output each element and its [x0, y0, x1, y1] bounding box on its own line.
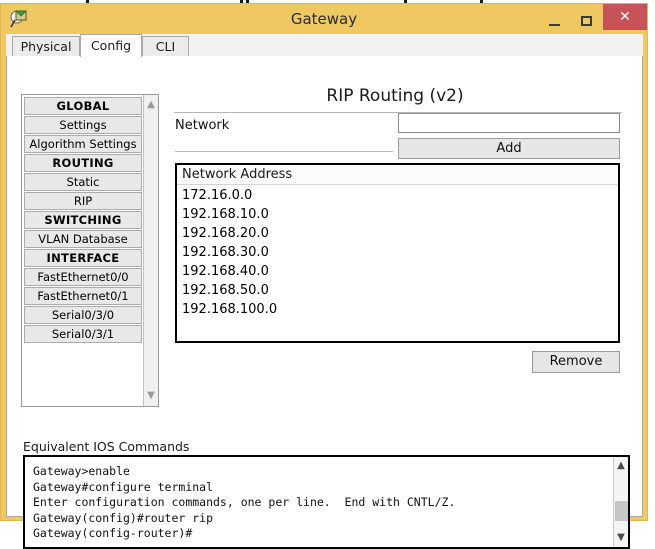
list-item[interactable]: 192.168.30.0: [182, 243, 618, 262]
network-list-column-header: Network Address: [177, 165, 618, 185]
scroll-up-icon[interactable]: ▲: [614, 458, 628, 474]
sidebar-item-settings[interactable]: Settings: [24, 116, 142, 134]
list-item[interactable]: 192.168.50.0: [182, 281, 618, 300]
sidebar-item-rip[interactable]: RIP: [24, 192, 142, 210]
scrollbar-thumb[interactable]: [615, 501, 628, 521]
ios-console-output: Gateway>enable Gateway#configure termina…: [25, 457, 612, 542]
tab-cli[interactable]: CLI: [142, 36, 189, 57]
scroll-up-icon[interactable]: ▲: [144, 97, 158, 113]
sidebar-scrollbar[interactable]: ▲ ▼: [143, 95, 158, 406]
close-button[interactable]: ✕: [603, 4, 647, 30]
rip-routing-section: RIP Routing (v2) Network Add Network Add…: [170, 86, 630, 416]
minimize-icon: [548, 23, 560, 26]
console-line: Gateway#configure terminal: [33, 479, 214, 494]
scroll-down-icon[interactable]: ▼: [144, 388, 158, 404]
list-item[interactable]: 192.168.40.0: [182, 262, 618, 281]
maximize-button[interactable]: [571, 4, 601, 30]
equivalent-ios-commands-label: Equivalent IOS Commands: [23, 439, 190, 454]
window-client-area: Physical Config CLI GLOBAL Settings Algo…: [6, 34, 643, 549]
sidebar-item-global[interactable]: GLOBAL: [24, 97, 142, 115]
list-item[interactable]: 192.168.20.0: [182, 224, 618, 243]
network-field-divider: [175, 151, 393, 152]
config-sidebar: GLOBAL Settings Algorithm Settings ROUTI…: [21, 94, 159, 407]
sidebar-item-serial0-3-0[interactable]: Serial0/3/0: [24, 306, 142, 324]
list-item[interactable]: 192.168.10.0: [182, 205, 618, 224]
sidebar-item-interface[interactable]: INTERFACE: [24, 249, 142, 267]
add-network-button[interactable]: Add: [398, 138, 620, 159]
sidebar-item-static[interactable]: Static: [24, 173, 142, 191]
console-line: Gateway>enable: [33, 464, 130, 478]
sidebar-item-list: GLOBAL Settings Algorithm Settings ROUTI…: [22, 95, 143, 344]
console-line: Enter configuration commands, one per li…: [33, 495, 456, 509]
console-line: Gateway(config)#router rip: [33, 510, 214, 525]
sidebar-item-vlan-database[interactable]: VLAN Database: [24, 230, 142, 248]
remove-network-button[interactable]: Remove: [532, 351, 620, 373]
network-address-list[interactable]: Network Address 172.16.0.0 192.168.10.0 …: [175, 163, 620, 343]
maximize-icon: [580, 16, 592, 26]
minimize-button[interactable]: [539, 4, 569, 30]
config-panel: GLOBAL Settings Algorithm Settings ROUTI…: [6, 56, 643, 549]
scroll-down-icon[interactable]: ▼: [614, 530, 628, 546]
sidebar-item-fastethernet0-1[interactable]: FastEthernet0/1: [24, 287, 142, 305]
sidebar-item-serial0-3-1[interactable]: Serial0/3/1: [24, 325, 142, 343]
sidebar-item-fastethernet0-0[interactable]: FastEthernet0/0: [24, 268, 142, 286]
console-scrollbar[interactable]: ▲ ▼: [613, 457, 628, 547]
ios-command-console[interactable]: Gateway>enable Gateway#configure termina…: [23, 455, 630, 549]
tab-physical[interactable]: Physical: [12, 36, 80, 57]
list-item[interactable]: 172.16.0.0: [182, 186, 618, 205]
section-title: RIP Routing (v2): [326, 86, 464, 106]
window-titlebar[interactable]: Gateway ✕: [1, 4, 647, 34]
network-label: Network: [175, 118, 230, 133]
close-icon: ✕: [619, 9, 631, 25]
tab-bar: Physical Config CLI: [6, 34, 643, 57]
sidebar-item-algorithm-settings[interactable]: Algorithm Settings: [24, 135, 142, 153]
network-list-rows: 172.16.0.0 192.168.10.0 192.168.20.0 192…: [177, 185, 618, 319]
list-item[interactable]: 192.168.100.0: [182, 300, 618, 319]
tab-config[interactable]: Config: [80, 34, 142, 57]
console-line: Gateway(config-router)#: [33, 526, 193, 540]
gateway-device-window: Gateway ✕ Physical Config CLI GLOBAL Set…: [0, 3, 648, 549]
network-input[interactable]: [398, 113, 620, 133]
sidebar-item-switching[interactable]: SWITCHING: [24, 211, 142, 229]
sidebar-item-routing[interactable]: ROUTING: [24, 154, 142, 172]
